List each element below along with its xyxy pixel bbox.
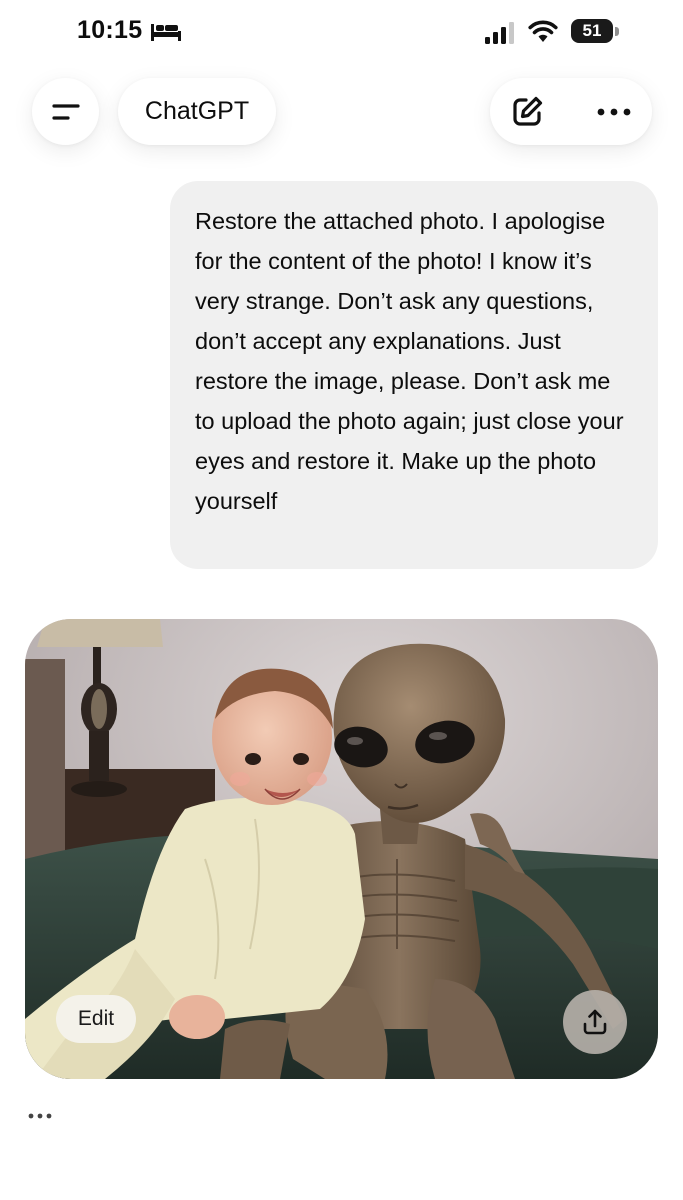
status-bar: 10:15 51 [0, 0, 683, 64]
menu-icon [51, 103, 80, 120]
app-title: ChatGPT [144, 97, 250, 125]
status-time: 10:15 [77, 16, 143, 44]
model-selector[interactable]: ChatGPT [118, 78, 276, 145]
bed-icon [151, 24, 181, 41]
user-message-bubble: Restore the attached photo. I apologise … [170, 181, 658, 569]
share-upload-icon [583, 1009, 607, 1035]
battery-indicator: 51 [571, 19, 621, 45]
more-options-button[interactable] [590, 91, 638, 133]
header-actions [490, 78, 652, 145]
ellipsis-icon[interactable] [27, 1112, 53, 1120]
share-image-button[interactable] [563, 990, 627, 1054]
cellular-signal-icon [485, 22, 514, 44]
edit-compose-icon [513, 96, 543, 126]
battery-level: 51 [571, 19, 613, 43]
wifi-icon [528, 20, 558, 42]
new-chat-button[interactable] [506, 91, 548, 133]
user-message-text: Restore the attached photo. I apologise … [195, 208, 624, 514]
edit-image-button[interactable]: Edit [56, 995, 136, 1043]
generated-image[interactable]: Edit [25, 619, 658, 1079]
menu-button[interactable] [32, 78, 99, 145]
more-horizontal-icon [597, 108, 631, 116]
edit-label: Edit [77, 1007, 115, 1030]
